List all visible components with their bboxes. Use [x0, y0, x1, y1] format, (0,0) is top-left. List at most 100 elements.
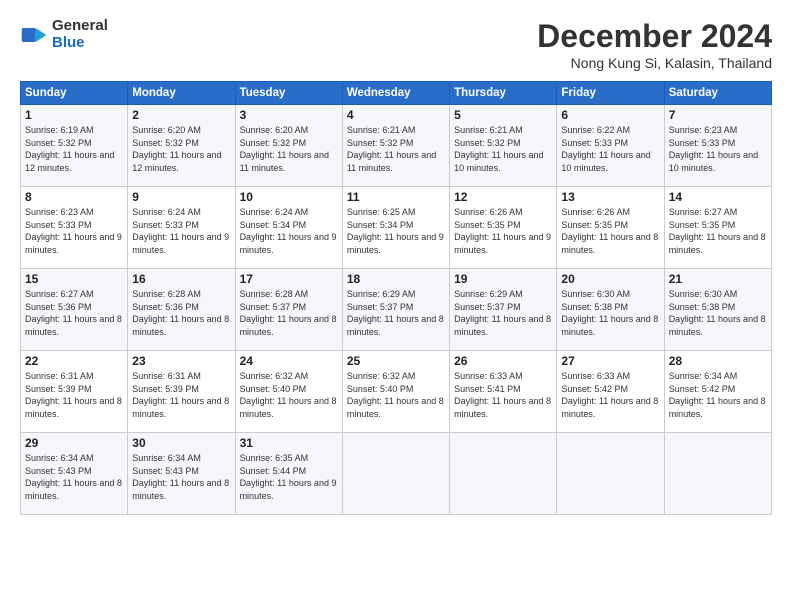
sunrise-text: Sunrise: 6:23 AM — [669, 125, 738, 135]
table-row: 8 Sunrise: 6:23 AM Sunset: 5:33 PM Dayli… — [21, 187, 128, 269]
calendar-week-row: 1 Sunrise: 6:19 AM Sunset: 5:32 PM Dayli… — [21, 105, 772, 187]
calendar-table: Sunday Monday Tuesday Wednesday Thursday… — [20, 81, 772, 515]
table-row — [342, 433, 449, 515]
sunrise-text: Sunrise: 6:23 AM — [25, 207, 94, 217]
day-info: Sunrise: 6:24 AM Sunset: 5:33 PM Dayligh… — [132, 206, 230, 256]
sunrise-text: Sunrise: 6:29 AM — [347, 289, 416, 299]
day-info: Sunrise: 6:34 AM Sunset: 5:43 PM Dayligh… — [132, 452, 230, 502]
day-number: 8 — [25, 190, 123, 204]
table-row: 31 Sunrise: 6:35 AM Sunset: 5:44 PM Dayl… — [235, 433, 342, 515]
day-info: Sunrise: 6:19 AM Sunset: 5:32 PM Dayligh… — [25, 124, 123, 174]
sunrise-text: Sunrise: 6:22 AM — [561, 125, 630, 135]
day-info: Sunrise: 6:28 AM Sunset: 5:37 PM Dayligh… — [240, 288, 338, 338]
sunrise-text: Sunrise: 6:24 AM — [240, 207, 309, 217]
subtitle: Nong Kung Si, Kalasin, Thailand — [537, 55, 772, 71]
daylight-text: Daylight: 11 hours and 8 minutes. — [669, 314, 766, 337]
sunrise-text: Sunrise: 6:20 AM — [132, 125, 201, 135]
sunrise-text: Sunrise: 6:30 AM — [669, 289, 738, 299]
day-number: 12 — [454, 190, 552, 204]
daylight-text: Daylight: 11 hours and 8 minutes. — [25, 314, 122, 337]
table-row: 9 Sunrise: 6:24 AM Sunset: 5:33 PM Dayli… — [128, 187, 235, 269]
day-number: 7 — [669, 108, 767, 122]
sunrise-text: Sunrise: 6:35 AM — [240, 453, 309, 463]
day-info: Sunrise: 6:35 AM Sunset: 5:44 PM Dayligh… — [240, 452, 338, 502]
month-title: December 2024 — [537, 18, 772, 55]
day-number: 19 — [454, 272, 552, 286]
daylight-text: Daylight: 11 hours and 8 minutes. — [454, 314, 551, 337]
calendar-header-row: Sunday Monday Tuesday Wednesday Thursday… — [21, 82, 772, 105]
day-info: Sunrise: 6:28 AM Sunset: 5:36 PM Dayligh… — [132, 288, 230, 338]
day-number: 15 — [25, 272, 123, 286]
table-row: 7 Sunrise: 6:23 AM Sunset: 5:33 PM Dayli… — [664, 105, 771, 187]
day-info: Sunrise: 6:32 AM Sunset: 5:40 PM Dayligh… — [240, 370, 338, 420]
day-number: 27 — [561, 354, 659, 368]
daylight-text: Daylight: 11 hours and 8 minutes. — [347, 314, 444, 337]
day-number: 9 — [132, 190, 230, 204]
table-row: 1 Sunrise: 6:19 AM Sunset: 5:32 PM Dayli… — [21, 105, 128, 187]
title-section: December 2024 Nong Kung Si, Kalasin, Tha… — [537, 18, 772, 71]
day-info: Sunrise: 6:27 AM Sunset: 5:35 PM Dayligh… — [669, 206, 767, 256]
logo-text: General Blue — [52, 18, 108, 51]
daylight-text: Daylight: 11 hours and 8 minutes. — [561, 396, 658, 419]
day-number: 13 — [561, 190, 659, 204]
sunset-text: Sunset: 5:32 PM — [132, 138, 199, 148]
daylight-text: Daylight: 11 hours and 11 minutes. — [347, 150, 436, 173]
day-info: Sunrise: 6:34 AM Sunset: 5:42 PM Dayligh… — [669, 370, 767, 420]
table-row: 12 Sunrise: 6:26 AM Sunset: 5:35 PM Dayl… — [450, 187, 557, 269]
sunset-text: Sunset: 5:32 PM — [454, 138, 521, 148]
day-number: 18 — [347, 272, 445, 286]
sunrise-text: Sunrise: 6:31 AM — [25, 371, 94, 381]
sunset-text: Sunset: 5:40 PM — [347, 384, 414, 394]
sunset-text: Sunset: 5:33 PM — [669, 138, 736, 148]
day-number: 14 — [669, 190, 767, 204]
day-number: 29 — [25, 436, 123, 450]
day-info: Sunrise: 6:24 AM Sunset: 5:34 PM Dayligh… — [240, 206, 338, 256]
table-row: 21 Sunrise: 6:30 AM Sunset: 5:38 PM Dayl… — [664, 269, 771, 351]
sunrise-text: Sunrise: 6:21 AM — [347, 125, 416, 135]
sunset-text: Sunset: 5:44 PM — [240, 466, 307, 476]
daylight-text: Daylight: 11 hours and 8 minutes. — [240, 314, 337, 337]
day-number: 4 — [347, 108, 445, 122]
calendar-week-row: 8 Sunrise: 6:23 AM Sunset: 5:33 PM Dayli… — [21, 187, 772, 269]
sunrise-text: Sunrise: 6:34 AM — [669, 371, 738, 381]
day-info: Sunrise: 6:21 AM Sunset: 5:32 PM Dayligh… — [347, 124, 445, 174]
day-info: Sunrise: 6:30 AM Sunset: 5:38 PM Dayligh… — [561, 288, 659, 338]
day-number: 23 — [132, 354, 230, 368]
daylight-text: Daylight: 11 hours and 9 minutes. — [25, 232, 122, 255]
daylight-text: Daylight: 11 hours and 8 minutes. — [132, 314, 229, 337]
table-row: 19 Sunrise: 6:29 AM Sunset: 5:37 PM Dayl… — [450, 269, 557, 351]
daylight-text: Daylight: 11 hours and 10 minutes. — [669, 150, 758, 173]
sunset-text: Sunset: 5:33 PM — [25, 220, 92, 230]
sunrise-text: Sunrise: 6:26 AM — [561, 207, 630, 217]
day-number: 17 — [240, 272, 338, 286]
day-info: Sunrise: 6:20 AM Sunset: 5:32 PM Dayligh… — [132, 124, 230, 174]
header-friday: Friday — [557, 82, 664, 105]
sunrise-text: Sunrise: 6:31 AM — [132, 371, 201, 381]
logo-blue-text: Blue — [52, 35, 108, 52]
sunset-text: Sunset: 5:34 PM — [240, 220, 307, 230]
sunset-text: Sunset: 5:38 PM — [669, 302, 736, 312]
day-info: Sunrise: 6:29 AM Sunset: 5:37 PM Dayligh… — [347, 288, 445, 338]
table-row: 23 Sunrise: 6:31 AM Sunset: 5:39 PM Dayl… — [128, 351, 235, 433]
sunrise-text: Sunrise: 6:30 AM — [561, 289, 630, 299]
day-info: Sunrise: 6:30 AM Sunset: 5:38 PM Dayligh… — [669, 288, 767, 338]
day-number: 11 — [347, 190, 445, 204]
header-wednesday: Wednesday — [342, 82, 449, 105]
logo-icon — [20, 21, 48, 49]
daylight-text: Daylight: 11 hours and 8 minutes. — [347, 396, 444, 419]
sunrise-text: Sunrise: 6:28 AM — [240, 289, 309, 299]
day-number: 24 — [240, 354, 338, 368]
sunset-text: Sunset: 5:43 PM — [25, 466, 92, 476]
day-number: 22 — [25, 354, 123, 368]
daylight-text: Daylight: 11 hours and 8 minutes. — [561, 314, 658, 337]
day-number: 30 — [132, 436, 230, 450]
sunrise-text: Sunrise: 6:21 AM — [454, 125, 523, 135]
calendar-week-row: 22 Sunrise: 6:31 AM Sunset: 5:39 PM Dayl… — [21, 351, 772, 433]
table-row: 26 Sunrise: 6:33 AM Sunset: 5:41 PM Dayl… — [450, 351, 557, 433]
page: General Blue December 2024 Nong Kung Si,… — [0, 0, 792, 612]
sunset-text: Sunset: 5:35 PM — [561, 220, 628, 230]
table-row: 17 Sunrise: 6:28 AM Sunset: 5:37 PM Dayl… — [235, 269, 342, 351]
sunrise-text: Sunrise: 6:27 AM — [25, 289, 94, 299]
day-info: Sunrise: 6:23 AM Sunset: 5:33 PM Dayligh… — [669, 124, 767, 174]
day-info: Sunrise: 6:32 AM Sunset: 5:40 PM Dayligh… — [347, 370, 445, 420]
